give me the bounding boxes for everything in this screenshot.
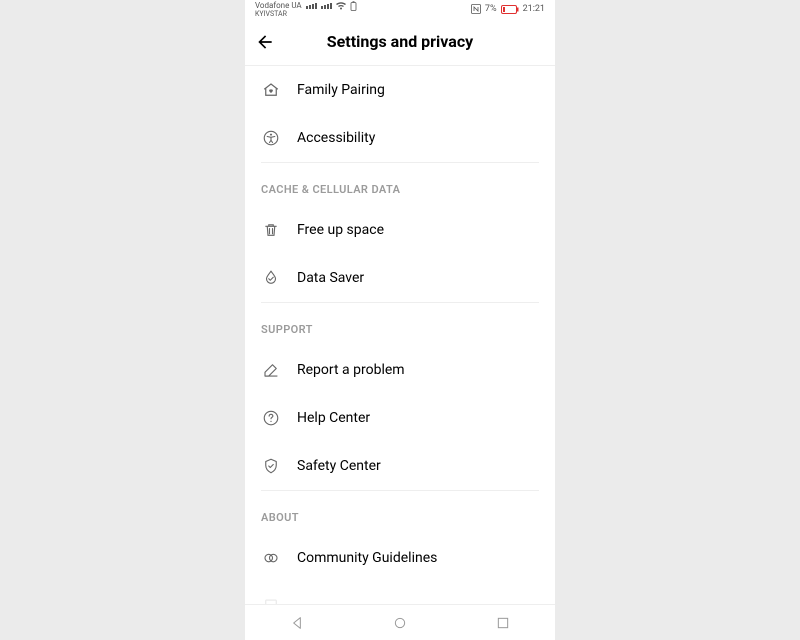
row-family-pairing[interactable]: Family Pairing [245,66,555,114]
drop-icon [261,268,281,288]
row-community-guidelines[interactable]: Community Guidelines [245,534,555,582]
system-nav-bar [245,604,555,640]
row-label: Help Center [297,410,370,426]
status-left: Vodafone UA KYIVSTAR [255,1,357,18]
row-data-saver[interactable]: Data Saver [245,254,555,302]
clock: 21:21 [523,4,545,14]
phone-frame: Vodafone UA KYIVSTAR 7% 21:21 [245,0,555,640]
status-bar: Vodafone UA KYIVSTAR 7% 21:21 [245,0,555,18]
nfc-icon [471,4,481,14]
row-report-problem[interactable]: Report a problem [245,346,555,394]
home-heart-icon [261,80,281,100]
pencil-icon [261,360,281,380]
row-safety-center[interactable]: Safety Center [245,442,555,490]
wifi-icon [336,2,346,10]
page-title: Settings and privacy [245,32,555,51]
battery-icon [501,5,519,14]
page-header: Settings and privacy [245,18,555,66]
signal-icon-1 [306,3,317,9]
nav-recents-square-icon [495,615,511,631]
row-accessibility[interactable]: Accessibility [245,114,555,162]
nav-back[interactable] [285,611,309,635]
signal-icon-2 [321,3,332,9]
row-label: Accessibility [297,130,375,146]
battery-percent: 7% [485,4,497,14]
carrier-label-1: Vodafone UA [255,2,302,10]
settings-list[interactable]: Family Pairing Accessibility CACHE & CEL… [245,66,555,604]
document-icon [261,596,281,604]
section-header-about: ABOUT [245,491,555,534]
accessibility-icon [261,128,281,148]
back-button[interactable] [245,32,285,52]
help-icon [261,408,281,428]
carrier-label-2: KYIVSTAR [255,11,357,18]
overlap-circles-icon [261,548,281,568]
row-help-center[interactable]: Help Center [245,394,555,442]
nav-back-triangle-icon [289,615,305,631]
row-label: Report a problem [297,362,405,378]
row-label: Free up space [297,222,384,238]
nav-home[interactable] [388,611,412,635]
back-arrow-icon [255,32,275,52]
row-label: Safety Center [297,458,381,474]
row-label: Community Guidelines [297,550,437,566]
section-header-cache: CACHE & CELLULAR DATA [245,163,555,206]
row-free-up-space[interactable]: Free up space [245,206,555,254]
section-header-support: SUPPORT [245,303,555,346]
nav-home-circle-icon [392,615,408,631]
status-right: 7% 21:21 [471,4,545,14]
row-label: Family Pairing [297,82,385,98]
shield-icon [261,456,281,476]
battery-small-icon [350,1,357,11]
nav-recents[interactable] [491,611,515,635]
trash-icon [261,220,281,240]
row-label: Data Saver [297,270,364,286]
row-cut-off[interactable] [245,582,555,604]
